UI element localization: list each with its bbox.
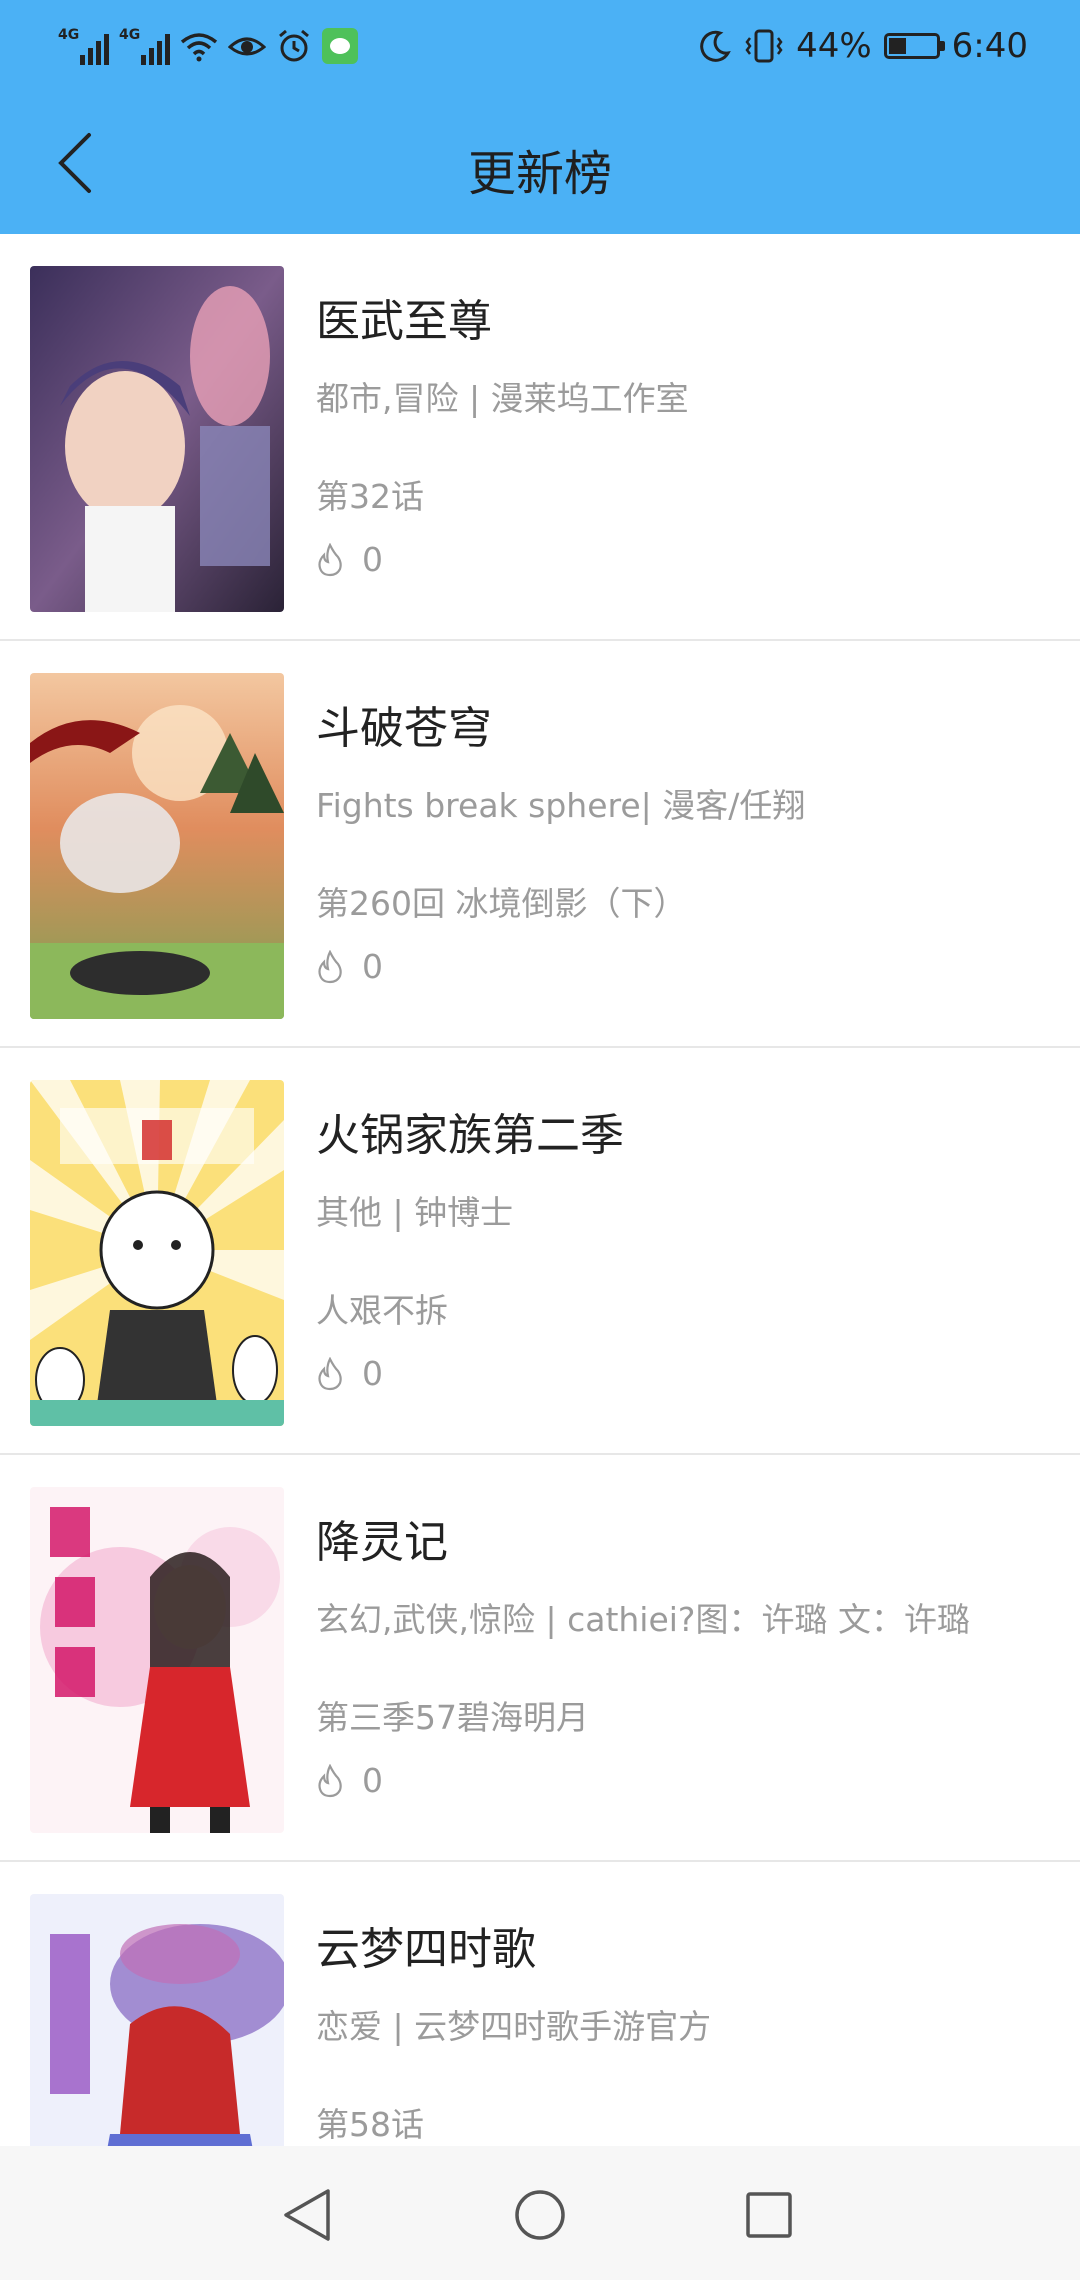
comic-title[interactable]: 医武至尊 xyxy=(316,294,1050,350)
flame-icon xyxy=(318,542,342,576)
page-title: 更新榜 xyxy=(467,146,612,202)
comic-meta: 玄幻,武侠,惊险 | cathiei?图：许璐 文：许璐 xyxy=(316,1600,970,1639)
heat-value: 0 xyxy=(362,1761,383,1800)
comic-title[interactable]: 斗破苍穹 xyxy=(316,701,1050,757)
comic-info: 云梦四时歌 恋爱 | 云梦四时歌手游官方 第58话 0 xyxy=(316,1922,1050,2146)
network-type-label: 4G xyxy=(58,27,80,43)
comic-list[interactable]: 医武至尊 都市,冒险 | 漫莱坞工作室 第32话 0 斗破苍穹 Fights b… xyxy=(0,234,1080,2146)
heat-value: 0 xyxy=(362,1354,383,1393)
comic-cover[interactable] xyxy=(30,673,284,1019)
heat-value: 0 xyxy=(362,540,383,579)
heat-count: 0 xyxy=(316,1354,1050,1393)
list-item[interactable]: 医武至尊 都市,冒险 | 漫莱坞工作室 第32话 0 xyxy=(0,234,1080,641)
recent-apps-icon xyxy=(746,2192,792,2238)
back-triangle-icon xyxy=(284,2189,330,2241)
comic-info: 斗破苍穹 Fights break sphere| 漫客/任翔 第260回 冰境… xyxy=(316,701,1050,986)
comic-title[interactable]: 降灵记 xyxy=(316,1515,1050,1571)
comic-meta: Fights break sphere| 漫客/任翔 xyxy=(316,786,806,825)
comic-cover[interactable] xyxy=(30,1487,284,1833)
vibrate-icon xyxy=(745,29,783,63)
app-header: 4G 4G 44% 6:40 更新榜 xyxy=(0,0,1080,234)
comic-cover[interactable] xyxy=(30,1894,284,2146)
flame-icon xyxy=(318,1356,342,1390)
flame-icon xyxy=(318,1763,342,1797)
moon-icon xyxy=(700,30,731,62)
title-bar: 更新榜 xyxy=(0,92,1080,234)
list-item[interactable]: 斗破苍穹 Fights break sphere| 漫客/任翔 第260回 冰境… xyxy=(0,641,1080,1048)
signal-icon: 4G xyxy=(119,27,170,65)
heat-count: 0 xyxy=(316,1761,1050,1800)
nav-back-button[interactable] xyxy=(270,2178,344,2252)
latest-chapter: 第58话 xyxy=(316,2105,424,2144)
comic-cover[interactable] xyxy=(30,1080,284,1426)
nav-home-button[interactable] xyxy=(503,2178,577,2252)
comic-title[interactable]: 云梦四时歌 xyxy=(316,1922,1050,1978)
latest-chapter: 第三季57碧海明月 xyxy=(316,1698,589,1737)
status-bar: 4G 4G 44% 6:40 xyxy=(0,0,1080,92)
wechat-notification-icon xyxy=(322,28,358,64)
home-circle-icon xyxy=(515,2190,565,2240)
status-icons-left: 4G 4G xyxy=(58,20,358,72)
latest-chapter: 第32话 xyxy=(316,477,424,516)
comic-meta: 恋爱 | 云梦四时歌手游官方 xyxy=(316,2007,712,2046)
latest-chapter: 人艰不拆 xyxy=(316,1291,448,1330)
eye-icon xyxy=(228,37,266,56)
latest-chapter: 第260回 冰境倒影（下） xyxy=(316,884,687,923)
flame-icon xyxy=(318,949,342,983)
network-type-label: 4G xyxy=(119,27,141,43)
heat-value: 0 xyxy=(362,947,383,986)
system-nav-bar xyxy=(0,2146,1080,2280)
battery-percent: 44% xyxy=(796,26,872,66)
comic-info: 医武至尊 都市,冒险 | 漫莱坞工作室 第32话 0 xyxy=(316,294,1050,579)
signal-icon: 4G xyxy=(58,27,109,65)
status-icons-right: 44% 6:40 xyxy=(698,20,1028,72)
comic-meta: 都市,冒险 | 漫莱坞工作室 xyxy=(316,379,689,418)
list-item[interactable]: 云梦四时歌 恋爱 | 云梦四时歌手游官方 第58话 0 xyxy=(0,1862,1080,2146)
wifi-icon xyxy=(180,33,218,62)
alarm-icon xyxy=(279,29,309,62)
heat-count: 0 xyxy=(316,540,1050,579)
heat-count: 0 xyxy=(316,947,1050,986)
clock: 6:40 xyxy=(951,26,1028,66)
comic-title[interactable]: 火锅家族第二季 xyxy=(316,1108,1050,1164)
battery-icon xyxy=(883,33,945,59)
nav-recent-button[interactable] xyxy=(732,2178,806,2252)
list-item[interactable]: 降灵记 玄幻,武侠,惊险 | cathiei?图：许璐 文：许璐 第三季57碧海… xyxy=(0,1455,1080,1862)
comic-info: 火锅家族第二季 其他 | 钟博士 人艰不拆 0 xyxy=(316,1108,1050,1393)
list-item[interactable]: 火锅家族第二季 其他 | 钟博士 人艰不拆 0 xyxy=(0,1048,1080,1455)
comic-meta: 其他 | 钟博士 xyxy=(316,1193,514,1232)
comic-cover[interactable] xyxy=(30,266,284,612)
comic-info: 降灵记 玄幻,武侠,惊险 | cathiei?图：许璐 文：许璐 第三季57碧海… xyxy=(316,1515,1050,1800)
